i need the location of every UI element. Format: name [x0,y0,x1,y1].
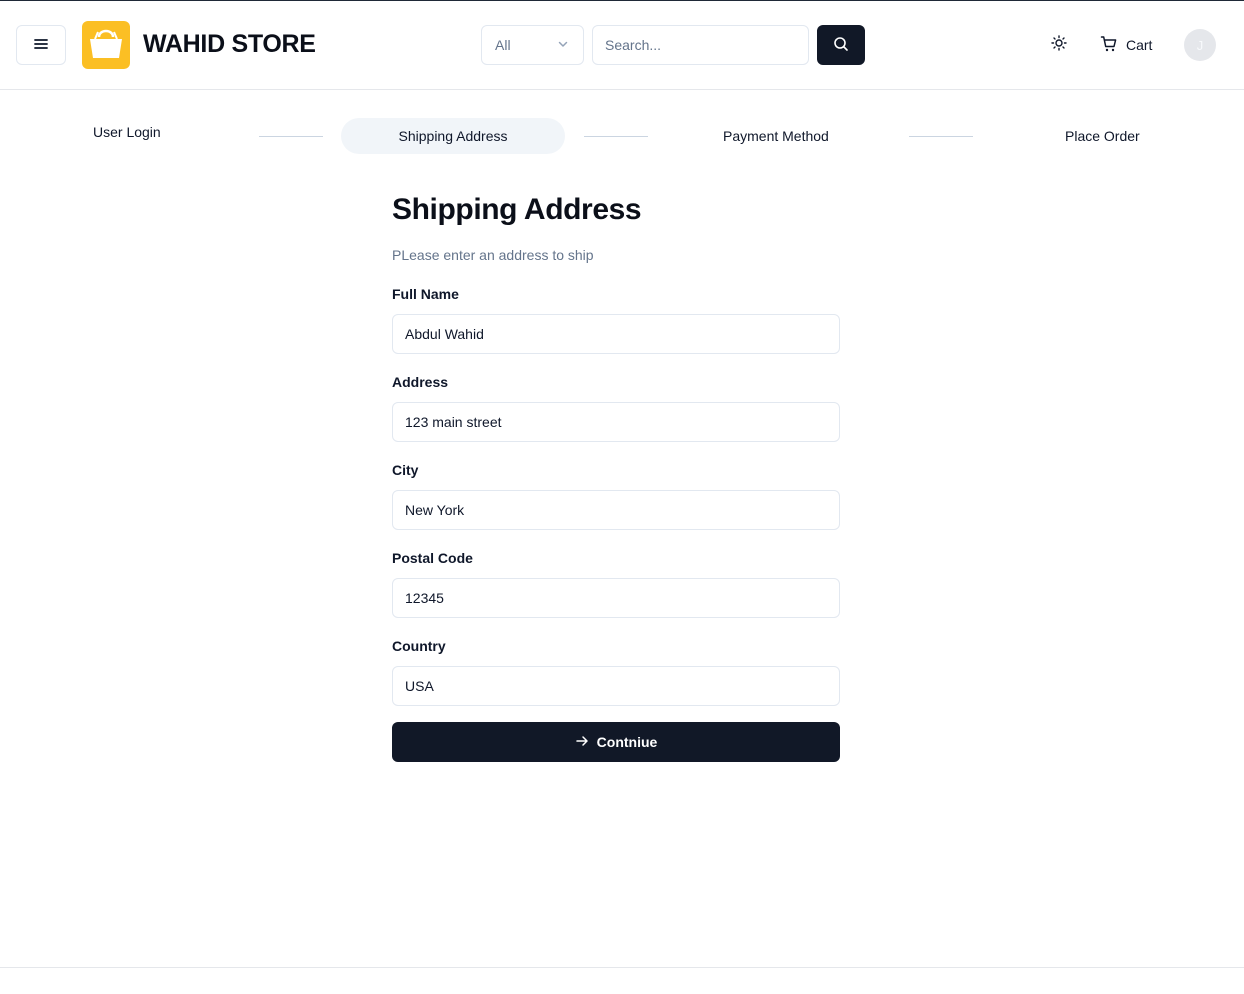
city-label: City [392,462,419,478]
page-subtitle: PLease enter an address to ship [392,247,594,263]
country-field[interactable] [392,666,840,706]
cart-label: Cart [1126,37,1153,53]
shopping-bag-icon [86,25,126,66]
postal-code-field[interactable] [392,578,840,618]
full-name-field[interactable] [392,314,840,354]
step-shipping-address-label: Shipping Address [398,128,508,144]
full-name-label: Full Name [392,286,459,302]
postal-code-label: Postal Code [392,550,473,566]
category-select[interactable]: All [481,25,584,65]
address-field[interactable] [392,402,840,442]
menu-icon [34,38,48,53]
country-label: Country [392,638,446,654]
chevron-down-icon [557,37,569,53]
category-selected-value: All [495,37,511,53]
address-label: Address [392,374,449,390]
continue-button-label: Contniue [596,734,658,750]
step-connector [909,136,973,137]
brand-name[interactable]: WAHID STORE [143,30,316,59]
site-header: WAHID STORE All Cart [0,1,1244,90]
step-connector [584,136,648,137]
store-logo[interactable] [82,21,130,69]
search-button[interactable] [817,25,865,65]
arrow-right-icon [575,734,589,751]
step-shipping-address: Shipping Address [341,118,565,154]
theme-toggle-button[interactable] [1042,29,1076,61]
step-connector [259,136,323,137]
city-field[interactable] [392,490,840,530]
step-user-login: User Login [93,124,161,140]
search-icon [833,36,849,55]
menu-button[interactable] [16,25,66,65]
cart-icon [1100,35,1118,56]
user-avatar[interactable]: J [1184,29,1216,61]
page-title: Shipping Address [392,193,642,226]
step-payment-method: Payment Method [723,128,829,144]
step-place-order: Place Order [1065,128,1140,144]
cart-link[interactable]: Cart [1100,29,1152,61]
continue-button[interactable]: Contniue [392,722,840,762]
footer-divider [0,967,1244,968]
sun-icon [1051,34,1067,56]
search-input[interactable] [592,25,809,65]
